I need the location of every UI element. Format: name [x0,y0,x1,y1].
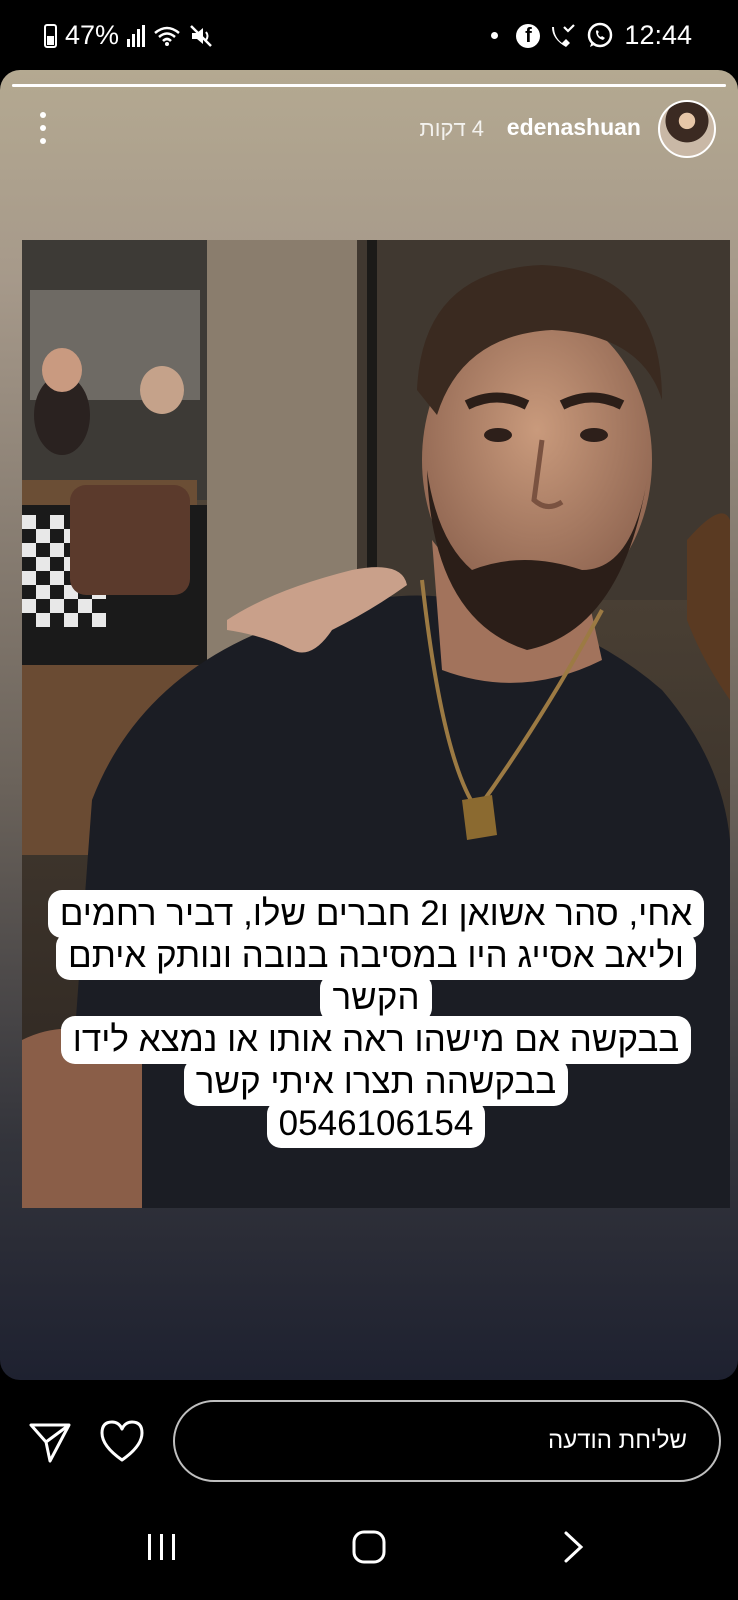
overlay-line: הקשר [320,974,432,1022]
more-vertical-icon[interactable] [33,112,53,144]
overlay-line: וליאב אסייג היו במסיבה בנובה ונותק איתם [56,932,696,980]
screen: 47% f 12:44 edenashuan 4 דקות אחי, סהר א… [0,0,738,1600]
story-timestamp: 4 דקות [419,116,484,141]
avatar[interactable] [658,100,716,158]
clock: 12:44 [624,20,692,50]
message-input[interactable] [173,1400,721,1482]
story-reply-bar [0,1390,738,1500]
navigation-bar [0,1500,738,1600]
status-bar: 47% f 12:44 [0,0,738,72]
username[interactable]: edenashuan [507,114,641,141]
heart-icon[interactable] [98,1418,146,1464]
story-photo: אחי, סהר אשואן ו2 חברים שלו, דביר רחמים … [22,240,730,1208]
overlay-line: בבקשהה תצרו איתי קשר [183,1058,569,1106]
battery-percent: 47% [65,20,120,50]
overlay-line: 0546106154 [266,1100,486,1148]
battery-icon [44,23,57,48]
recents-icon[interactable] [146,1532,178,1562]
back-icon[interactable] [562,1530,586,1564]
story-card[interactable]: edenashuan 4 דקות אחי, סהר אשואן ו2 חברי… [0,70,738,1380]
missed-call-icon [552,23,576,47]
send-icon[interactable] [28,1420,72,1464]
status-left: 47% [44,20,215,51]
notification-dot [491,32,499,39]
story-progress-bar [12,84,726,87]
story-header: edenashuan 4 דקות [0,98,738,178]
whatsapp-icon [588,22,613,47]
overlay-line: בבקשה אם מישהו ראה אותו או נמצא לידו [60,1016,692,1064]
status-right: f 12:44 [491,20,692,51]
facebook-icon: f [516,23,541,48]
wifi-icon [154,26,180,46]
story-progress-fill [12,84,726,87]
mute-icon [190,24,212,47]
signal-icon [127,24,146,47]
overlay-line: אחי, סהר אשואן ו2 חברים שלו, דביר רחמים [47,890,705,938]
home-icon[interactable] [352,1530,386,1564]
story-text-overlay: אחי, סהר אשואן ו2 חברים שלו, דביר רחמים … [34,890,718,1148]
